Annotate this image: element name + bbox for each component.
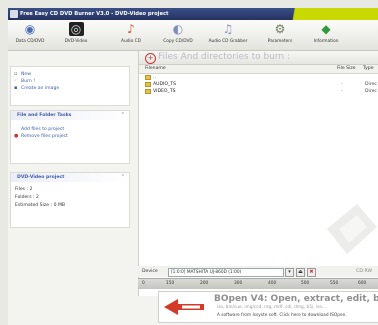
image-icon: ▪	[14, 85, 18, 91]
copy-disc-icon: ◐	[172, 22, 184, 36]
toolbar-information-button[interactable]: ◆ Information	[306, 22, 346, 48]
file-tasks-panel: File and Folder Tasks ⌃ Add files to pro…	[10, 110, 130, 164]
erase-icon[interactable]: ✖	[307, 268, 316, 277]
create-image-link[interactable]: ▪ Create an image	[11, 85, 129, 92]
info-icon: ◆	[321, 22, 331, 36]
ruler-tick: 300	[234, 281, 243, 286]
disc-icon: ◉	[24, 22, 36, 36]
column-filename[interactable]: Filename	[145, 65, 166, 73]
eject-icon[interactable]: ⏏	[296, 268, 305, 277]
burn-target-icon: +	[145, 53, 156, 64]
add-icon	[14, 127, 19, 132]
folder-icon	[145, 89, 151, 94]
grabber-icon: ♫	[222, 22, 234, 36]
window-title: Free Easy CD DVD Burner V3.0 - DVD-Video…	[20, 11, 169, 17]
remove-icon: ●	[14, 133, 19, 139]
project-files-count: Files : 2	[15, 187, 33, 192]
device-bar: Device [1:0:0] MATSHITA UJ-860D (1:00) ▾…	[138, 266, 378, 277]
banner-footer: A software from Issyste soft. Click here…	[217, 313, 347, 318]
add-files-link[interactable]: Add files to project	[11, 126, 129, 133]
new-link[interactable]: ▫ New	[11, 71, 129, 78]
watermark-disc-graphic	[327, 204, 377, 254]
folder-icon	[145, 75, 151, 80]
file-row[interactable]: AUDIO_TS - Direc	[139, 81, 378, 88]
device-speed: CD:RW	[356, 269, 372, 274]
actions-panel: ▫ New ◦ Burn ! ▪ Create an image	[10, 66, 130, 106]
file-list-area: + Files And directories to burn : Filena…	[138, 51, 378, 296]
left-panel: ▫ New ◦ Burn ! ▪ Create an image File an…	[10, 52, 130, 320]
toolbar-data-cd-dvd-button[interactable]: ◉ Data CD/DVD	[10, 22, 50, 48]
burn-link[interactable]: ◦ Burn !	[11, 78, 129, 85]
burn-icon: ◦	[14, 78, 17, 84]
app-icon	[10, 10, 18, 18]
new-icon: ▫	[14, 71, 18, 77]
chevron-up-icon: ⌃	[120, 174, 125, 180]
column-file-size[interactable]: File Size	[337, 65, 356, 73]
ruler-tick: 500	[301, 281, 310, 286]
dvd-video-icon: ◎	[68, 22, 84, 36]
device-label: Device	[142, 269, 158, 274]
toolbar-audio-cd-button[interactable]: ♪ Audio CD	[111, 22, 151, 48]
device-select[interactable]: [1:0:0] MATSHITA UJ-860D (1:00)	[168, 268, 284, 277]
column-headers: Filename File Size Type	[139, 65, 378, 74]
banner-subtitle: iso, bin/cue, img/ccd, nrg, mdf, cdi, dm…	[217, 305, 326, 310]
device-dropdown-button[interactable]: ▾	[285, 268, 294, 277]
ruler-tick: 400	[268, 281, 277, 286]
project-folders-count: Folders : 2	[15, 195, 39, 200]
file-row[interactable]: ..	[139, 74, 378, 81]
ruler-tick: 550	[330, 281, 339, 286]
project-header[interactable]: DVD-Video project ⌃	[11, 173, 129, 182]
ruler-tick: 600	[358, 281, 367, 286]
title-accent	[270, 8, 378, 20]
project-panel: DVD-Video project ⌃ Files : 2 Folders : …	[10, 172, 130, 228]
file-list-title: Files And directories to burn :	[158, 52, 291, 62]
remove-files-link[interactable]: ● Remove files project	[11, 133, 129, 140]
gear-icon: ⚙	[274, 22, 286, 36]
ruler-tick: 150	[166, 281, 175, 286]
chevron-up-icon: ⌃	[120, 112, 125, 118]
project-size: Estimated Size : 0 MB	[15, 203, 66, 208]
toolbar-audio-cd-grabber-button[interactable]: ♫ Audio CD Grabber	[208, 22, 248, 48]
ruler-tick: 200	[200, 281, 209, 286]
toolbar-copy-cd-dvd-button[interactable]: ◐ Copy CD/DVD	[158, 22, 198, 48]
folder-icon	[145, 82, 151, 87]
column-type[interactable]: Type	[363, 65, 374, 73]
isopen-ad-banner[interactable]: BOpen V4: Open, extract, edit, bu iso, b…	[158, 291, 378, 323]
title-bar: Free Easy CD DVD Burner V3.0 - DVD-Video…	[8, 8, 378, 20]
app-window: Free Easy CD DVD Burner V3.0 - DVD-Video…	[8, 8, 378, 325]
file-tasks-header[interactable]: File and Folder Tasks ⌃	[11, 111, 129, 120]
toolbar: ◉ Data CD/DVD ◎ DVD-Video ♪ Audio CD ◐ C…	[8, 20, 378, 51]
file-row[interactable]: VIDEO_TS - Direc	[139, 88, 378, 95]
toolbar-parameters-button[interactable]: ⚙ Parameters	[260, 22, 300, 48]
isopen-logo-icon	[164, 299, 204, 315]
banner-title: BOpen V4: Open, extract, edit, bu	[214, 294, 378, 304]
ruler-tick: 0	[142, 281, 145, 286]
audio-cd-icon: ♪	[127, 22, 135, 36]
toolbar-dvd-video-button[interactable]: ◎ DVD-Video	[56, 22, 96, 48]
file-list-header: + Files And directories to burn :	[139, 51, 378, 65]
capacity-ruler: 0 150 200 300 400 500 550 600	[138, 278, 378, 289]
